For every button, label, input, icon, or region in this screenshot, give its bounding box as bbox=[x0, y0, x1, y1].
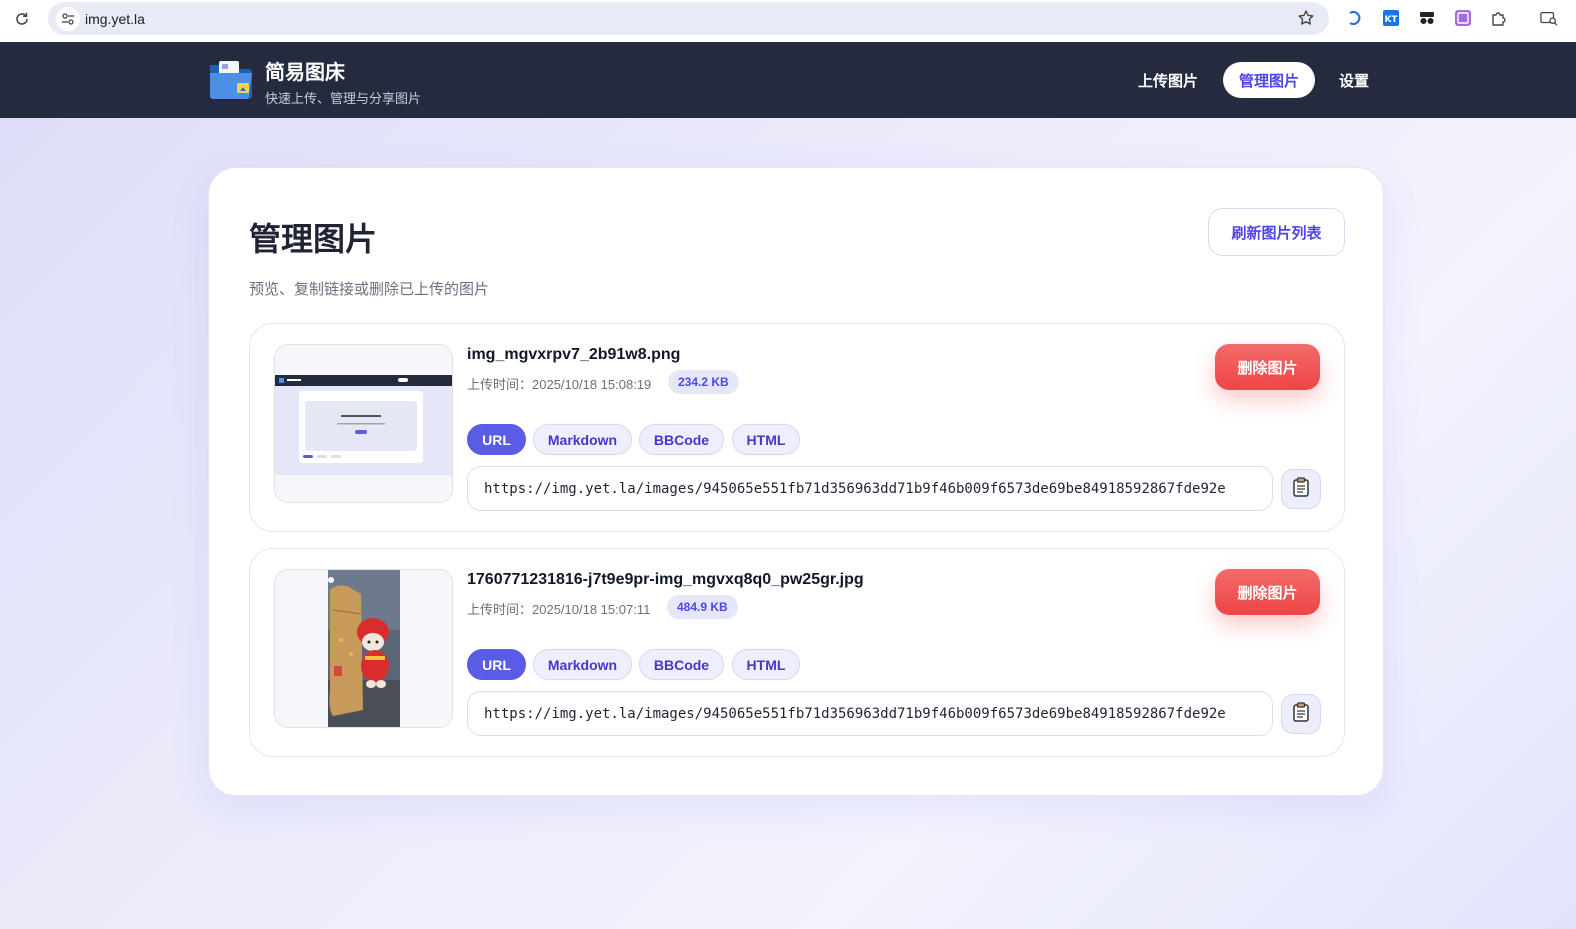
format-tab-markdown[interactable]: Markdown bbox=[533, 424, 632, 455]
extension-incognito-icon[interactable] bbox=[1418, 9, 1436, 27]
format-tab-html[interactable]: HTML bbox=[732, 424, 800, 455]
image-thumbnail[interactable] bbox=[274, 569, 453, 728]
image-link-text: https://img.yet.la/images/945065e551fb71… bbox=[484, 705, 1226, 722]
format-tab-markdown[interactable]: Markdown bbox=[533, 649, 632, 680]
bookmark-star-icon[interactable] bbox=[1297, 9, 1315, 27]
extensions-puzzle-icon[interactable] bbox=[1490, 9, 1508, 27]
manage-panel: 管理图片 预览、复制链接或删除已上传的图片 刷新图片列表 img_mgvxrpv… bbox=[208, 167, 1384, 796]
delete-image-button[interactable]: 删除图片 bbox=[1215, 344, 1320, 390]
file-size-badge: 484.9 KB bbox=[667, 595, 738, 619]
app-header: 简易图床 快速上传、管理与分享图片 上传图片 管理图片 设置 bbox=[0, 42, 1576, 118]
svg-text:KT: KT bbox=[1384, 15, 1398, 25]
copy-link-button[interactable] bbox=[1281, 469, 1321, 509]
format-tab-url[interactable]: URL bbox=[467, 649, 526, 680]
url-text[interactable]: img.yet.la bbox=[85, 11, 145, 27]
file-size-badge: 234.2 KB bbox=[668, 370, 739, 394]
page-description: 预览、复制链接或删除已上传的图片 bbox=[249, 281, 490, 298]
clipboard-icon bbox=[1292, 476, 1310, 502]
extension-d-icon[interactable] bbox=[1345, 9, 1363, 27]
reload-icon[interactable] bbox=[12, 9, 32, 29]
brand-subtitle: 快速上传、管理与分享图片 bbox=[265, 91, 422, 106]
upload-time: 上传时间：2025/10/18 15:08:19 bbox=[467, 377, 652, 392]
page-title: 管理图片 bbox=[249, 221, 378, 257]
format-tab-html[interactable]: HTML bbox=[732, 649, 800, 680]
upload-time: 上传时间：2025/10/18 15:07:11 bbox=[467, 602, 651, 617]
nav-settings[interactable]: 设置 bbox=[1330, 62, 1378, 98]
file-name: img_mgvxrpv7_2b91w8.png bbox=[467, 346, 681, 363]
copy-link-button[interactable] bbox=[1281, 694, 1321, 734]
tab-search-icon[interactable] bbox=[1540, 9, 1558, 27]
delete-image-button[interactable]: 删除图片 bbox=[1215, 569, 1320, 615]
image-link-field[interactable]: https://img.yet.la/images/945065e551fb71… bbox=[467, 691, 1273, 736]
format-tab-url[interactable]: URL bbox=[467, 424, 526, 455]
image-link-text: https://img.yet.la/images/945065e551fb71… bbox=[484, 480, 1226, 497]
folder-logo-icon bbox=[207, 55, 255, 103]
nav-upload[interactable]: 上传图片 bbox=[1128, 62, 1208, 98]
extension-kt-icon[interactable]: KT bbox=[1382, 9, 1400, 27]
address-bar[interactable]: img.yet.la bbox=[48, 2, 1329, 35]
format-tab-bbcode[interactable]: BBCode bbox=[639, 649, 724, 680]
image-item: img_mgvxrpv7_2b91w8.png 上传时间：2025/10/18 … bbox=[249, 323, 1345, 532]
brand-title: 简易图床 bbox=[265, 62, 345, 84]
format-tab-bbcode[interactable]: BBCode bbox=[639, 424, 724, 455]
image-item: 1760771231816-j7t9e9pr-img_mgvxq8q0_pw25… bbox=[249, 548, 1345, 757]
site-info-icon[interactable] bbox=[56, 7, 80, 31]
image-link-field[interactable]: https://img.yet.la/images/945065e551fb71… bbox=[467, 466, 1273, 511]
file-name: 1760771231816-j7t9e9pr-img_mgvxq8q0_pw25… bbox=[467, 571, 864, 588]
extension-purple-icon[interactable] bbox=[1454, 9, 1472, 27]
image-thumbnail[interactable] bbox=[274, 344, 453, 503]
nav-manage[interactable]: 管理图片 bbox=[1223, 62, 1315, 98]
refresh-list-button[interactable]: 刷新图片列表 bbox=[1208, 208, 1345, 256]
clipboard-icon bbox=[1292, 701, 1310, 727]
browser-toolbar: img.yet.la KT bbox=[0, 0, 1576, 42]
